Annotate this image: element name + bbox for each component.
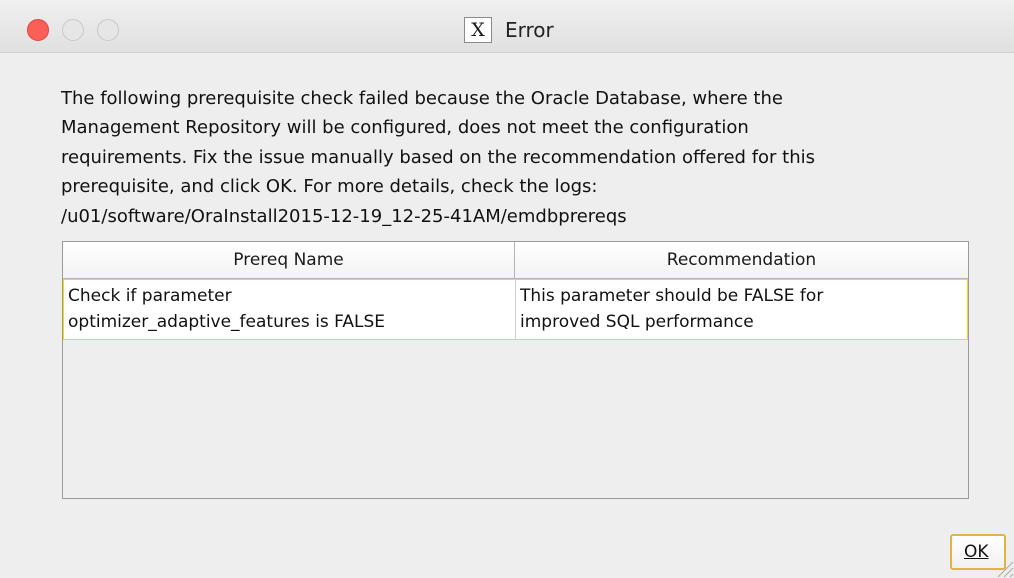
prereq-name-line: optimizer_adaptive_features is FALSE	[68, 312, 386, 332]
recommendation-line: This parameter should be FALSE for	[520, 286, 824, 306]
error-dialog-window: X Error The following prerequisite check…	[0, 0, 1014, 578]
minimize-window-icon	[62, 19, 84, 41]
log-path: /u01/software/OraInstall2015-12-19_12-25…	[61, 205, 627, 227]
maximize-window-icon	[97, 19, 119, 41]
message-line: The following prerequisite check failed …	[61, 88, 783, 109]
recommendation-line: improved SQL performance	[520, 312, 754, 332]
message-line: Management Repository will be configured…	[61, 117, 749, 139]
prereq-name-line: Check if parameter	[68, 286, 232, 306]
error-message: The following prerequisite check failed …	[61, 84, 981, 231]
message-line: requirements. Fix the issue manually bas…	[61, 146, 816, 168]
prereq-table: Prereq Name Recommendation Check if para…	[62, 241, 969, 499]
column-header-prereq-name[interactable]: Prereq Name	[63, 242, 515, 278]
message-line: prerequisite, and click OK. For more det…	[61, 176, 598, 198]
window-title: Error	[505, 18, 554, 42]
table-header: Prereq Name Recommendation	[63, 242, 968, 279]
resize-grip-icon[interactable]	[992, 556, 1014, 578]
java-x-icon: X	[464, 17, 492, 43]
table-row[interactable]: Check if parameter optimizer_adaptive_fe…	[63, 279, 968, 340]
close-window-icon[interactable]	[27, 19, 49, 41]
title-bar[interactable]: X Error	[0, 0, 1014, 53]
recommendation-cell[interactable]: This parameter should be FALSE for impro…	[516, 280, 967, 339]
window-title-group: X Error	[464, 14, 554, 46]
prereq-name-cell[interactable]: Check if parameter optimizer_adaptive_fe…	[64, 280, 516, 339]
column-header-recommendation[interactable]: Recommendation	[515, 242, 968, 278]
